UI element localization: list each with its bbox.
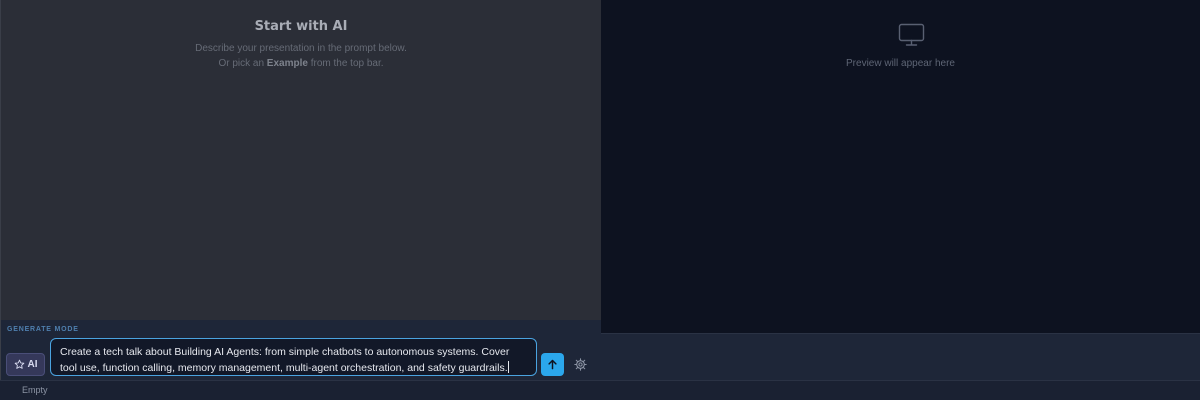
- status-text: Empty: [22, 385, 48, 395]
- empty-desc-prefix: Or pick an: [218, 58, 267, 69]
- example-keyword: Example: [266, 58, 308, 69]
- editor-pane: Start with AI Describe your presentation…: [0, 0, 601, 320]
- arrow-up-icon: [548, 359, 557, 370]
- empty-desc-line2: Or pick an Example from the top bar.: [1, 56, 601, 71]
- empty-state-title: Start with AI: [254, 19, 348, 34]
- empty-state-description: Describe your presentation in the prompt…: [1, 41, 601, 71]
- empty-desc-line1: Describe your presentation in the prompt…: [195, 43, 407, 54]
- send-button[interactable]: [541, 353, 564, 376]
- prompt-text: Create a tech talk about Building AI Age…: [60, 346, 510, 374]
- status-bar: [0, 380, 1200, 400]
- prompt-input[interactable]: Create a tech talk about Building AI Age…: [50, 338, 537, 376]
- ai-button-label: AI: [27, 359, 38, 370]
- star-icon: [14, 359, 24, 369]
- empty-desc-suffix: from the top bar.: [307, 58, 384, 69]
- monitor-icon: [898, 23, 925, 46]
- text-caret: [507, 361, 509, 373]
- generate-mode-label: GENERATE MODE: [7, 326, 79, 333]
- preview-pane: Preview will appear here: [601, 0, 1200, 333]
- gear-icon[interactable]: [574, 358, 587, 371]
- prompt-bar-extension: [601, 333, 1200, 380]
- preview-placeholder: Preview will appear here: [846, 58, 955, 69]
- ai-mode-button[interactable]: AI: [6, 353, 45, 376]
